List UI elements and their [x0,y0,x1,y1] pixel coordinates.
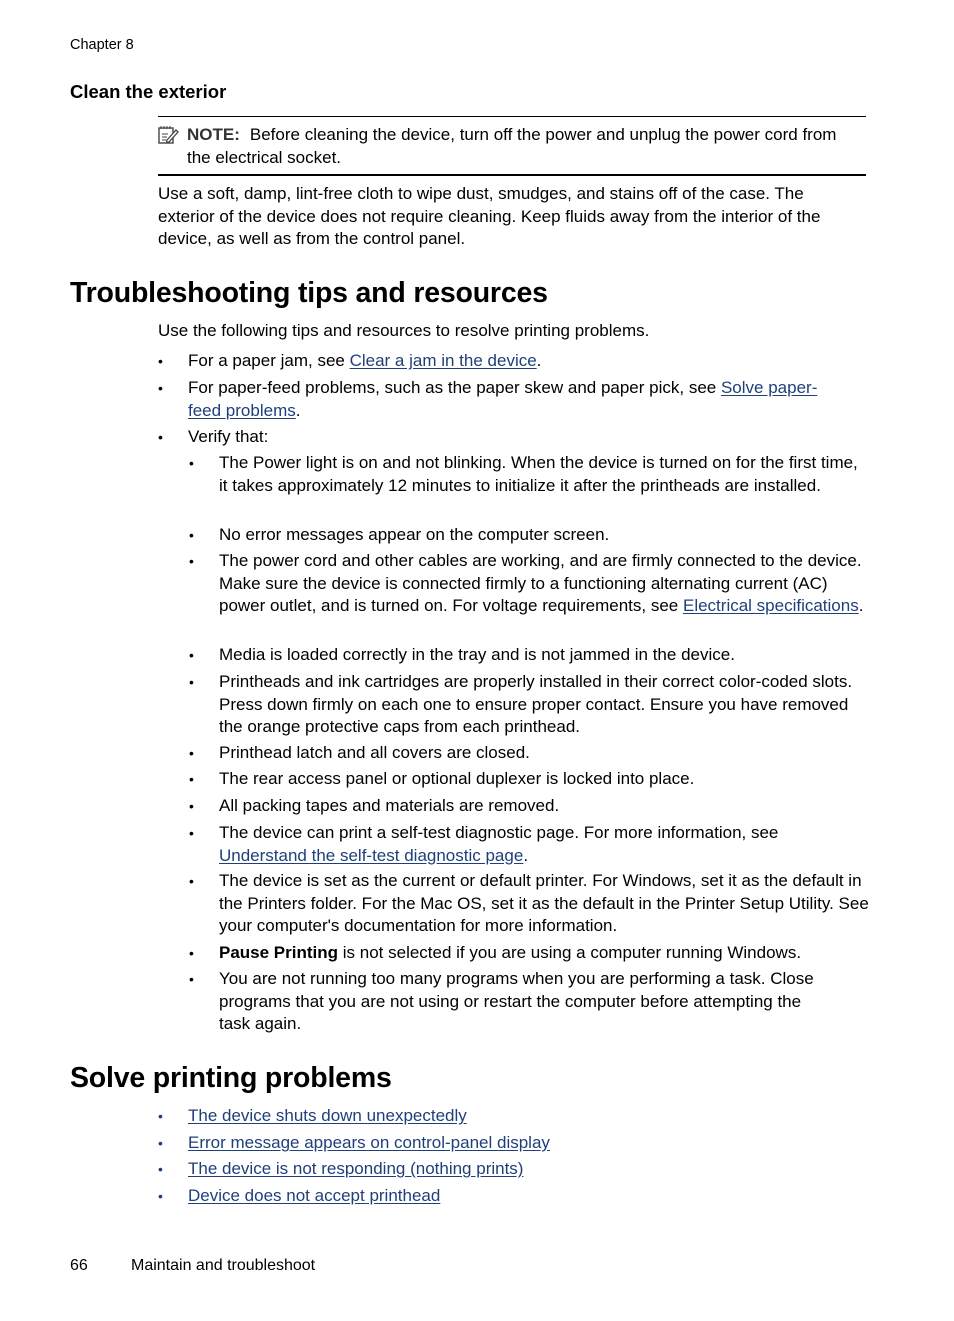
item-text: The device is set as the current or defa… [219,871,869,935]
note-pencil-icon [158,125,180,145]
bullet: • [189,771,194,787]
item-text: is not selected if you are using a compu… [338,943,802,962]
page-number: 66 [70,1257,88,1274]
bullet: • [189,674,194,690]
bullet: • [189,647,194,663]
bullet: • [158,353,163,369]
note-text: NOTE: Before cleaning the device, turn of… [187,124,863,169]
item-text: . [536,351,542,370]
link-error-message-control-panel[interactable]: Error message appears on control-panel d… [188,1133,550,1152]
section-heading-clean-exterior: Clean the exterior [70,81,227,102]
clean-exterior-paragraph: Use a soft, damp, lint-free cloth to wip… [158,184,821,248]
link-device-not-accept-printhead[interactable]: Device does not accept printhead [188,1186,440,1205]
item-text: The Power light is on and not blinking. … [219,453,858,495]
item-text: . [523,845,529,865]
link-device-not-responding[interactable]: The device is not responding (nothing pr… [188,1159,523,1178]
bullet: • [189,798,194,814]
bullet: • [189,553,194,569]
item-text: Printheads and ink cartridges are proper… [219,672,853,736]
item-text: Verify that: [188,427,269,446]
item-text: The rear access panel or optional duplex… [219,769,695,788]
footer-section-title: Maintain and troubleshoot [131,1257,316,1274]
bullet: • [158,1108,163,1124]
item-text: For a paper jam, see [188,351,350,370]
pause-printing-label: Pause Printing [219,943,339,962]
section-heading-solve-printing: Solve printing problems [70,1062,392,1094]
item-text: You are not running too many programs wh… [219,969,814,1033]
running-head: Chapter 8 [70,37,134,53]
bullet: • [189,745,194,761]
item-text: . [295,400,301,420]
troubleshooting-intro: Use the following tips and resources to … [158,321,650,340]
bullet: • [158,1161,163,1177]
item-text: . [858,596,864,615]
item-text: Printhead latch and all covers are close… [219,743,530,762]
bullet: • [189,455,194,471]
bullet: • [158,1188,163,1204]
item-text: Media is loaded correctly in the tray an… [219,645,735,664]
bullet: • [189,873,194,889]
bullet: • [158,1135,163,1151]
bullet: • [189,971,194,987]
note-box: NOTE: Before cleaning the device, turn of… [158,116,866,176]
note-body: Before cleaning the device, turn off the… [187,125,837,167]
link-self-test-diagnostic-page[interactable]: Understand the self-test diagnostic page [219,846,523,865]
link-clear-jam[interactable]: Clear a jam in the device [350,351,537,370]
bullet: • [189,945,194,961]
note-label: NOTE: [187,125,240,144]
item-text: The device can print a self-test diagnos… [219,823,779,842]
item-text: No error messages appear on the computer… [219,525,610,544]
section-heading-troubleshooting: Troubleshooting tips and resources [70,277,548,309]
link-electrical-specifications[interactable]: Electrical specifications [683,596,859,615]
bullet: • [158,429,163,445]
bullet: • [158,380,163,396]
link-device-shuts-down[interactable]: The device shuts down unexpectedly [188,1106,467,1125]
bullet: • [189,825,194,841]
bullet: • [189,527,194,543]
item-text: All packing tapes and materials are remo… [219,796,560,815]
item-text: For paper-feed problems, such as the pap… [188,378,721,397]
